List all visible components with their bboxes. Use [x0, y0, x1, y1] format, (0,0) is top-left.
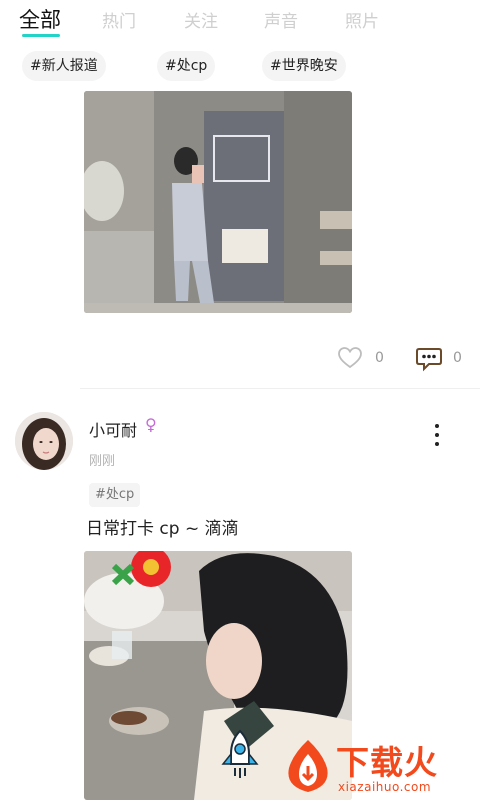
more-icon[interactable] [428, 423, 446, 449]
comment-icon[interactable] [415, 346, 443, 372]
watermark-flame-logo [288, 740, 328, 792]
avatar[interactable] [15, 412, 73, 470]
like-count: 0 [375, 350, 384, 366]
topic-chip-goodnight[interactable]: #世界晚安 [262, 51, 346, 81]
tab-all[interactable]: 全部 [19, 4, 61, 34]
topic-chip-cp[interactable]: #处cp [157, 51, 216, 81]
post-topic-tag[interactable]: #处cp [89, 483, 141, 507]
watermark-name: 下载火 [336, 743, 438, 782]
post-text: 日常打卡 cp ~ 滴滴 [86, 519, 239, 539]
post-time: 刚刚 [89, 454, 116, 469]
category-tabs: 全部 热门 关注 声音 照片 [0, 0, 480, 44]
watermark-domain: xiazaihuo.com [338, 780, 432, 794]
post-divider [80, 388, 480, 389]
tab-voice[interactable]: 声音 [264, 7, 298, 32]
topic-chip-newcomer[interactable]: #新人报道 [22, 51, 106, 81]
tab-photos[interactable]: 照片 [345, 7, 379, 32]
username[interactable]: 小可耐 [89, 417, 137, 441]
post-photo-mirror-selfie[interactable] [84, 91, 352, 313]
rocket-icon[interactable] [218, 728, 262, 780]
comment-count: 0 [453, 350, 462, 366]
tab-following[interactable]: 关注 [184, 7, 218, 32]
active-tab-indicator [22, 34, 60, 37]
tab-hot[interactable]: 热门 [102, 7, 136, 32]
heart-icon[interactable] [337, 346, 363, 370]
female-gender-icon: ♀ [145, 415, 157, 434]
